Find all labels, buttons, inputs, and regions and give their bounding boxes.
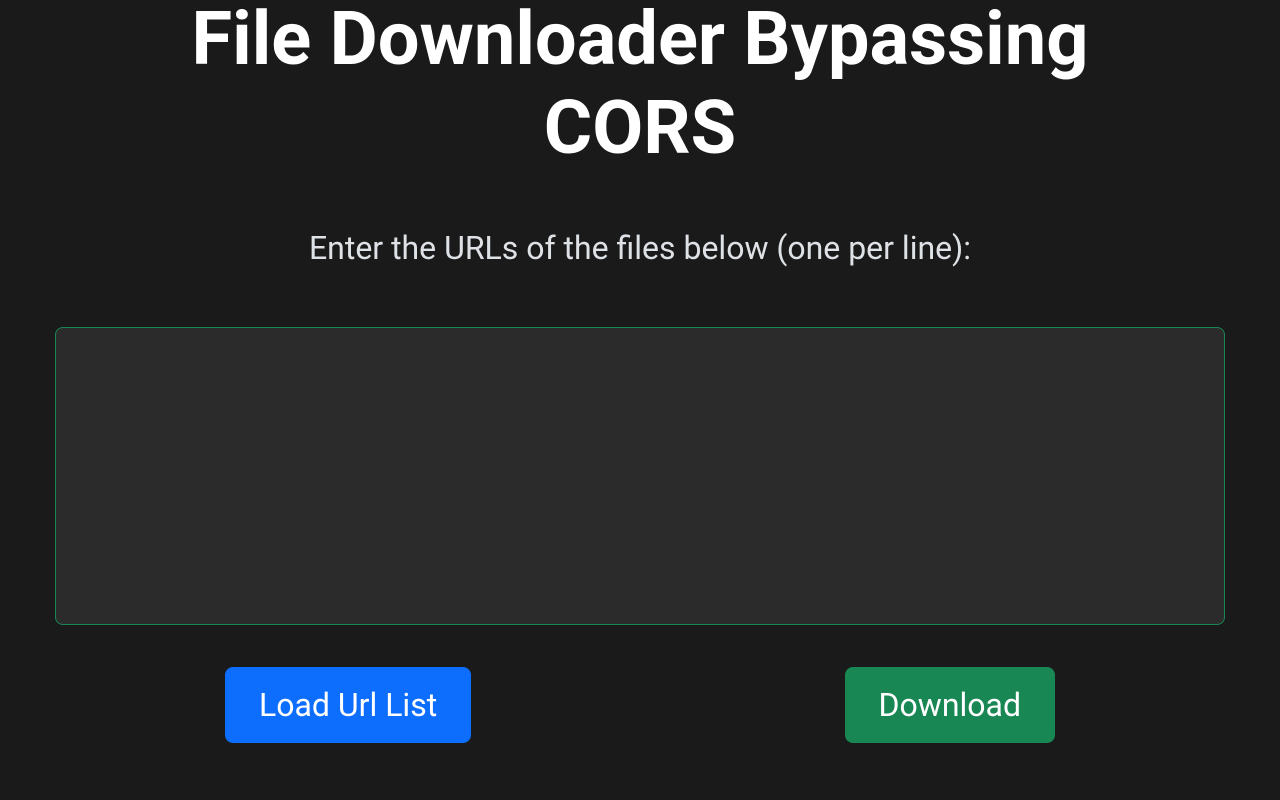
page-title: File Downloader Bypassing CORS — [90, 0, 1190, 174]
load-url-list-button[interactable]: Load Url List — [225, 667, 471, 743]
button-row: Load Url List Download — [225, 667, 1055, 743]
main-container: File Downloader Bypassing CORS Enter the… — [0, 0, 1280, 743]
download-button[interactable]: Download — [845, 667, 1055, 743]
page-subtitle: Enter the URLs of the files below (one p… — [309, 229, 971, 267]
urls-textarea[interactable] — [55, 327, 1225, 625]
